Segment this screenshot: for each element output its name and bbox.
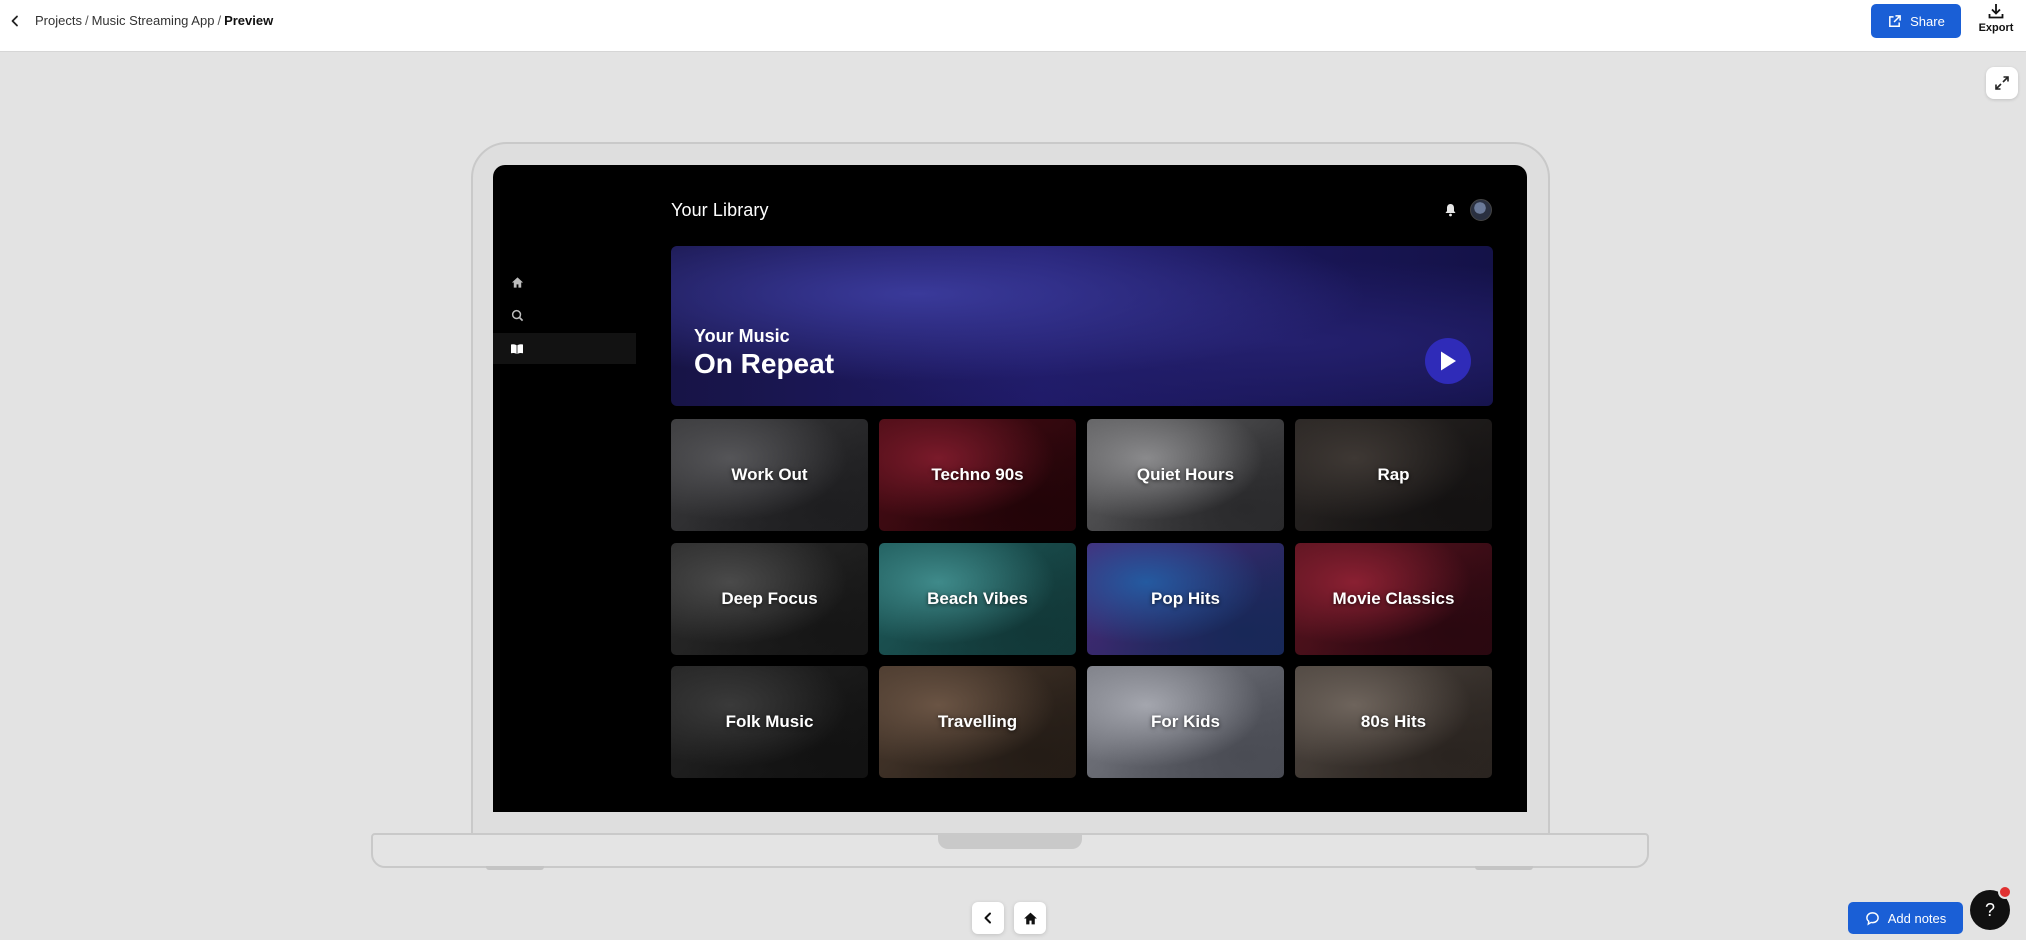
- play-button[interactable]: [1425, 338, 1471, 384]
- playlist-tile-label: For Kids: [1151, 712, 1220, 731]
- expand-icon: [1995, 76, 2009, 90]
- playlist-tile-label: Beach Vibes: [927, 589, 1028, 608]
- playlist-tile[interactable]: Quiet Hours: [1087, 419, 1284, 531]
- export-label: Export: [1978, 22, 2014, 34]
- banner-title: On Repeat: [694, 348, 835, 379]
- share-label: Share: [1910, 13, 1945, 29]
- breadcrumb-separator: /: [84, 13, 89, 28]
- laptop-foot: [486, 866, 544, 870]
- comment-icon: [1865, 911, 1879, 926]
- playlist-tile[interactable]: 80s Hits: [1295, 666, 1492, 778]
- chevron-left-icon: [11, 15, 18, 27]
- playlist-tile[interactable]: Folk Music: [671, 666, 868, 778]
- breadcrumb-current: Preview: [224, 13, 274, 28]
- playlist-tile-label: Folk Music: [725, 712, 814, 731]
- playlist-tile-label: Pop Hits: [1151, 589, 1220, 608]
- chevron-left-icon: [984, 912, 991, 924]
- playlist-tile-label: 80s Hits: [1360, 712, 1427, 731]
- top-bar: Projects / Music Streaming App / Preview…: [0, 0, 2026, 52]
- playlist-tile[interactable]: Beach Vibes: [879, 543, 1076, 655]
- add-notes-button[interactable]: Add notes: [1848, 902, 1963, 934]
- fullscreen-button[interactable]: [1986, 67, 2018, 99]
- book-open-icon: [511, 344, 523, 354]
- bell-icon: [1445, 204, 1455, 217]
- notifications-button[interactable]: [1441, 201, 1459, 219]
- playlist-tile-label: Travelling: [937, 712, 1018, 731]
- back-button[interactable]: [4, 10, 26, 32]
- home-icon: [511, 276, 523, 288]
- playlist-tile[interactable]: Pop Hits: [1087, 543, 1284, 655]
- breadcrumb-separator: /: [217, 13, 222, 28]
- export-button[interactable]: Export: [1976, 2, 2016, 40]
- share-button[interactable]: Share: [1871, 4, 1961, 38]
- laptop-notch: [938, 833, 1082, 849]
- sidebar-item-library[interactable]: [507, 339, 527, 359]
- breadcrumb-project-name[interactable]: Music Streaming App: [92, 13, 215, 28]
- playlist-tile[interactable]: For Kids: [1087, 666, 1284, 778]
- breadcrumb-projects[interactable]: Projects: [35, 13, 82, 28]
- playlist-tile-label: Work Out: [731, 465, 808, 484]
- playlist-tile-label: Rap: [1377, 465, 1410, 484]
- home-screen-button[interactable]: [1014, 902, 1046, 934]
- avatar[interactable]: [1470, 199, 1492, 221]
- app-screen: Your Library Your Music On Repeat Work O…: [493, 165, 1527, 812]
- on-repeat-banner[interactable]: Your Music On Repeat: [671, 246, 1493, 406]
- playlist-tile-label: Quiet Hours: [1136, 465, 1235, 484]
- help-label: ?: [1984, 899, 1995, 920]
- play-icon: [1441, 351, 1456, 371]
- page-title: Your Library: [671, 200, 769, 220]
- laptop-foot: [1475, 866, 1533, 870]
- download-icon: [1988, 4, 2004, 19]
- home-icon: [1023, 912, 1037, 924]
- sidebar-item-search[interactable]: [507, 305, 527, 325]
- playlist-tile[interactable]: Work Out: [671, 419, 868, 531]
- prev-screen-button[interactable]: [972, 902, 1004, 934]
- playlist-tile[interactable]: Travelling: [879, 666, 1076, 778]
- add-notes-label: Add notes: [1887, 910, 1947, 926]
- search-icon: [511, 309, 523, 321]
- playlist-tile[interactable]: Deep Focus: [671, 543, 868, 655]
- breadcrumb: Projects / Music Streaming App / Preview: [35, 13, 273, 28]
- playlist-tile[interactable]: Techno 90s: [879, 419, 1076, 531]
- playlist-tile-label: Techno 90s: [931, 465, 1024, 484]
- sidebar-item-home[interactable]: [507, 272, 527, 292]
- playlist-tile[interactable]: Rap: [1295, 419, 1492, 531]
- notification-dot: [1998, 885, 2012, 899]
- external-link-icon: [1889, 14, 1902, 27]
- playlist-tile-label: Movie Classics: [1332, 589, 1455, 608]
- banner-subtitle: Your Music: [694, 326, 790, 346]
- playlist-tile[interactable]: Movie Classics: [1295, 543, 1492, 655]
- playlist-tile-label: Deep Focus: [721, 589, 818, 608]
